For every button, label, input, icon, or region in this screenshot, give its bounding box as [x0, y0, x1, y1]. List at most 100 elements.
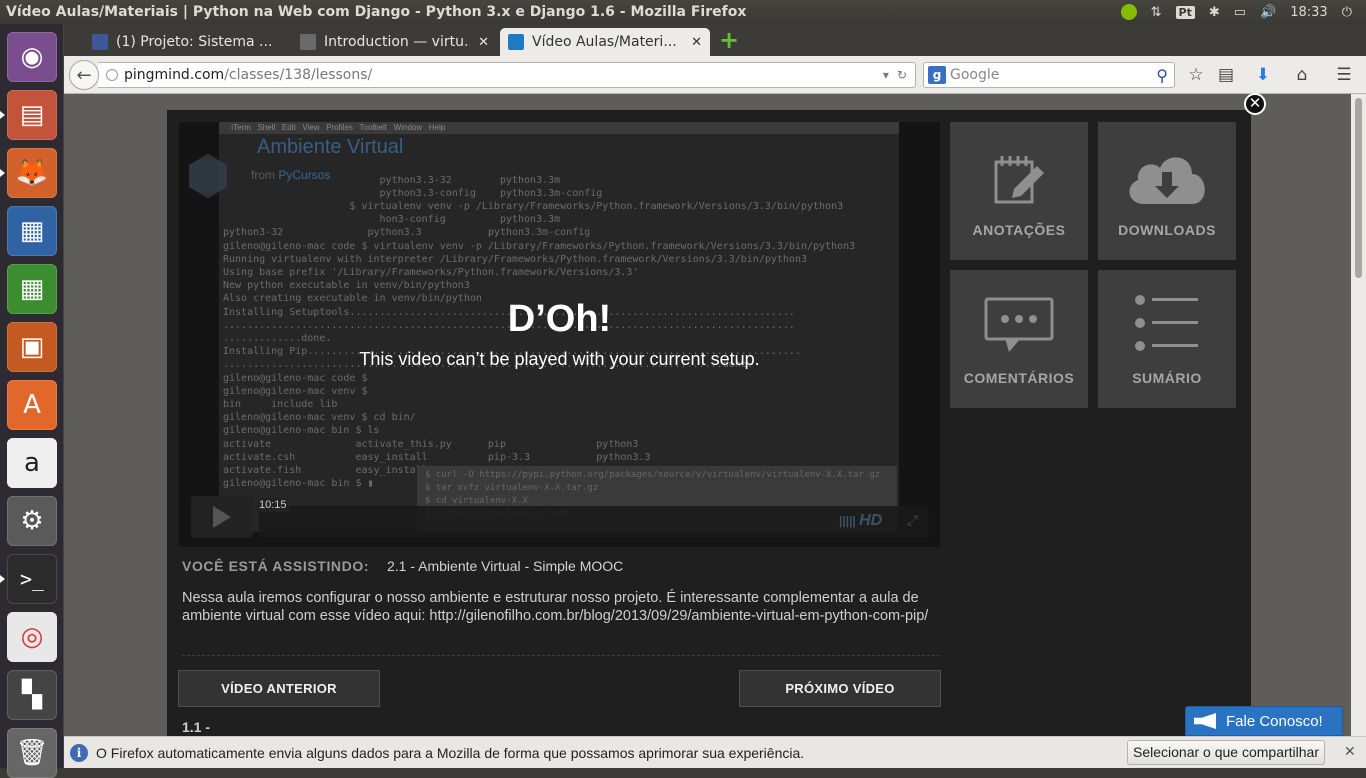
reading-list-icon[interactable]: ▤: [1215, 64, 1237, 86]
tab-label: (1) Projeto: Sistema ...: [116, 34, 273, 50]
files-icon[interactable]: ▤: [7, 90, 57, 140]
info-icon: i: [70, 743, 88, 762]
top-panel: Vídeo Aulas/Materiais | Python na Web co…: [0, 0, 1366, 24]
tab-close-icon[interactable]: ✕: [478, 35, 489, 50]
keyboard-layout-indicator[interactable]: Pt: [1175, 5, 1195, 19]
tile-label: SUMÁRIO: [1132, 370, 1202, 386]
impress-icon[interactable]: ▣: [7, 322, 57, 372]
fullscreen-icon[interactable]: ⤢: [907, 513, 918, 529]
error-title: D’Oh!: [507, 298, 612, 340]
tab-bar: (1) Projeto: Sistema ... Introduction — …: [64, 24, 1366, 56]
notification-text: O Firefox automaticamente envia alguns d…: [96, 744, 805, 761]
watching-label: VOCÊ ESTÁ ASSISTINDO:: [182, 558, 370, 574]
share-data-button[interactable]: Selecionar o que compartilhar: [1127, 740, 1325, 765]
volume-icon[interactable]: 🔊: [1260, 5, 1276, 20]
terminal-line: $ virtualenv venv -p /Library/Frameworks…: [223, 201, 844, 213]
history-dropdown-icon[interactable]: ▾: [883, 68, 889, 82]
firefox-icon[interactable]: 🦊: [7, 148, 57, 198]
software-center-icon[interactable]: A: [7, 380, 57, 430]
browser-overlay-line: $ tar xvfz virtualenv-X.X.tar.gz: [425, 483, 599, 493]
brand-name: PyCursos: [278, 168, 331, 182]
lesson-list-item[interactable]: 1.1 -: [182, 719, 210, 735]
fale-conosco-button[interactable]: Fale Conosco!: [1185, 706, 1343, 736]
terminal-line: python3.3-config python3.3m-config: [223, 187, 603, 199]
tile-comentarios[interactable]: COMENTÁRIOS: [950, 270, 1088, 408]
next-video-button[interactable]: PRÓXIMO VÍDEO: [739, 670, 941, 707]
system-settings-icon[interactable]: ⚙: [7, 496, 57, 546]
menu-icon[interactable]: ☰: [1333, 64, 1355, 86]
list-icon: [1135, 295, 1198, 351]
reload-icon[interactable]: ↻: [897, 68, 907, 82]
back-button[interactable]: ←: [69, 60, 99, 90]
tab-virtualenv-docs[interactable]: Introduction — virtu... ✕: [292, 28, 497, 56]
fale-conosco-label: Fale Conosco!: [1226, 712, 1323, 730]
terminal-line: hon3-config python3.3m: [223, 214, 561, 226]
notification-close-icon[interactable]: ✕: [1344, 743, 1362, 760]
tile-anotacoes[interactable]: ANOTAÇÕES: [950, 122, 1088, 260]
trash-icon[interactable]: 🗑: [7, 728, 57, 778]
terminal-line: gileno@gileno-mac bin $ ls: [223, 425, 380, 437]
bluetooth-icon[interactable]: ✱: [1209, 5, 1220, 20]
close-modal-button[interactable]: ✕: [1244, 93, 1266, 115]
calc-icon[interactable]: ▦: [7, 264, 57, 314]
scrollbar-thumb[interactable]: [1355, 98, 1362, 278]
bookmark-star-icon[interactable]: ☆: [1185, 64, 1207, 86]
workspace-switcher-icon[interactable]: ▚: [7, 670, 57, 720]
amazon-icon[interactable]: a: [7, 438, 57, 488]
google-engine-icon[interactable]: g: [928, 66, 946, 84]
docs-favicon-icon: [300, 34, 316, 50]
tile-label: COMENTÁRIOS: [963, 370, 1075, 386]
video-player[interactable]: iTerm Shell Edit View Profiles Toolbelt …: [179, 122, 940, 547]
tile-downloads[interactable]: DOWNLOADS: [1098, 122, 1236, 260]
tab-pingmind[interactable]: Vídeo Aulas/Materi... ✕: [500, 28, 710, 56]
tab-label: Introduction — virtu...: [324, 34, 471, 50]
downloads-icon[interactable]: ⬇: [1252, 64, 1274, 86]
spotify-icon[interactable]: [1120, 4, 1137, 20]
terminal-line: Running virtualenv with interpreter /Lib…: [223, 253, 807, 265]
terminal-line: gileno@gileno-mac venv $: [223, 385, 368, 397]
hd-toggle[interactable]: ||||| HD: [839, 512, 882, 530]
search-placeholder: Google: [950, 67, 1000, 83]
ubuntu-dash-icon[interactable]: ◉: [7, 32, 57, 82]
search-icon[interactable]: ⚲: [1156, 66, 1168, 85]
battery-icon[interactable]: ▭: [1234, 5, 1246, 20]
site-identity-icon[interactable]: [106, 69, 118, 81]
home-icon[interactable]: ⌂: [1291, 64, 1313, 86]
edit-icon: [994, 156, 1044, 204]
network-icon[interactable]: ⇅: [1151, 5, 1162, 20]
close-icon: ✕: [1248, 94, 1262, 112]
now-watching: VOCÊ ESTÁ ASSISTINDO: 2.1 - Ambiente Vir…: [182, 558, 623, 574]
divider: [182, 655, 940, 656]
tab-close-icon[interactable]: ✕: [691, 35, 702, 50]
terminal-icon[interactable]: >_: [7, 554, 57, 604]
page-scrollbar[interactable]: [1351, 94, 1366, 736]
player-controls[interactable]: [259, 506, 929, 538]
power-icon[interactable]: ⏻: [1342, 5, 1352, 20]
tile-sumario[interactable]: SUMÁRIO: [1098, 270, 1236, 408]
play-button[interactable]: [191, 496, 253, 538]
url-bar[interactable]: pingmind.com/classes/138/lessons/ ▾ ↻: [98, 62, 916, 88]
browser-overlay-line: $ curl -O https://pypi.python.org/packag…: [425, 470, 881, 480]
running-indicator: [0, 575, 5, 583]
terminal-menubar: iTerm Shell Edit View Profiles Toolbelt …: [219, 122, 899, 134]
page-viewport: iTerm Shell Edit View Profiles Toolbelt …: [64, 94, 1351, 736]
lesson-description: Nessa aula iremos configurar o nosso amb…: [182, 590, 929, 624]
terminal-line: activate.csh easy_install pip-3.3 python…: [223, 451, 651, 463]
chrome-icon[interactable]: ◎: [7, 612, 57, 662]
error-message: This video can’t be played with your cur…: [359, 349, 760, 369]
tab-facebook[interactable]: (1) Projeto: Sistema ...: [84, 28, 289, 56]
clock[interactable]: 18:33: [1290, 5, 1327, 20]
writer-icon[interactable]: ▦: [7, 206, 57, 256]
tile-label: ANOTAÇÕES: [972, 222, 1066, 238]
volume-bars-icon: |||||: [839, 514, 860, 528]
new-tab-plus-icon[interactable]: +: [719, 28, 739, 52]
unity-launcher: ◉ ▤ 🦊 ▦ ▦ ▣ A a ⚙ >_ ◎ ▚ 🗑: [0, 24, 64, 778]
search-bar[interactable]: g Google ⚲: [923, 62, 1175, 88]
brand-title: Ambiente Virtual: [257, 136, 404, 158]
pingmind-favicon-icon: [508, 34, 524, 50]
back-arrow-icon: ←: [76, 64, 92, 86]
brand-from: from: [251, 168, 275, 182]
window-title: Vídeo Aulas/Materiais | Python na Web co…: [6, 4, 747, 20]
previous-video-button[interactable]: VÍDEO ANTERIOR: [178, 670, 380, 707]
comment-icon: [984, 297, 1054, 352]
